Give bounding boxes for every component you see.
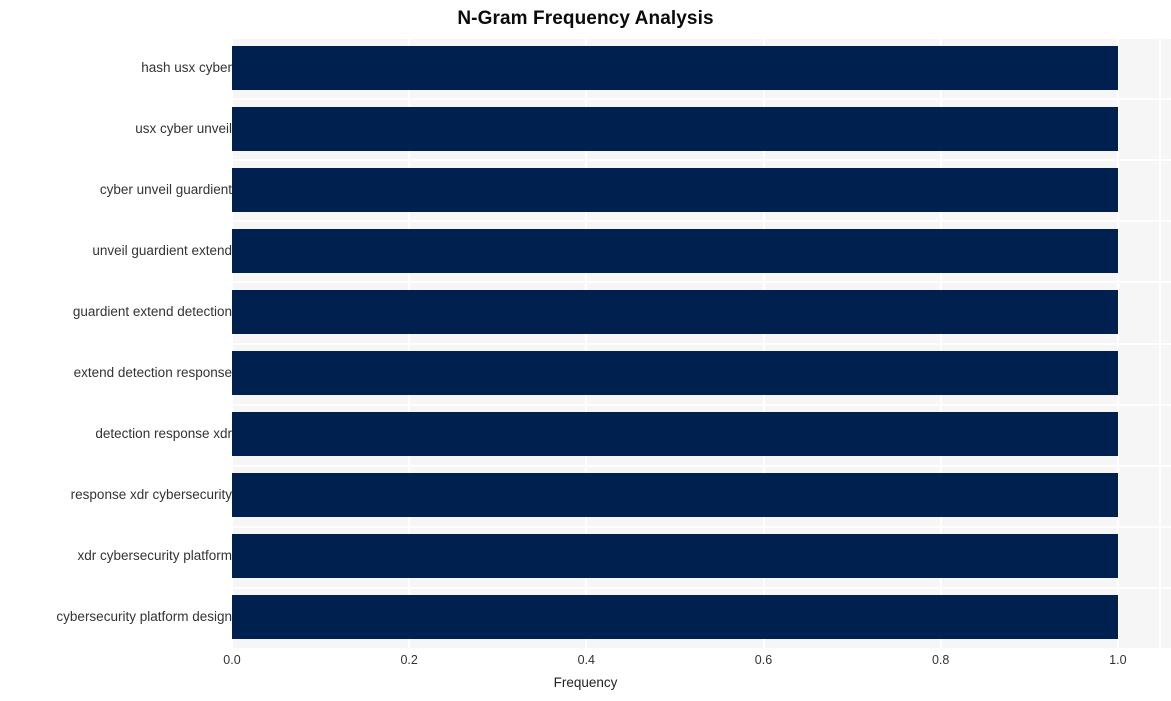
x-axis-tick-label: 0.8: [931, 653, 950, 667]
y-axis-tick-label: hash usx cyber: [141, 59, 232, 75]
bar: [232, 167, 1118, 212]
chart-figure: N-Gram Frequency Analysis hash usx cyber…: [0, 0, 1171, 701]
y-axis-tick-label: unveil guardient extend: [92, 242, 232, 258]
x-axis-tick-label: 0.2: [400, 653, 418, 667]
x-axis-tick-label: 0.0: [223, 653, 241, 667]
y-axis-tick-label: response xdr cybersecurity: [70, 487, 232, 503]
y-axis-tick-label: cybersecurity platform design: [56, 609, 232, 625]
y-axis-tick-label: detection response xdr: [95, 426, 232, 442]
x-axis-tick-labels: 0.0 0.2 0.4 0.6 0.8 1.0: [0, 652, 1171, 672]
y-axis-tick-labels: hash usx cyber usx cyber unveil cyber unve…: [0, 37, 232, 648]
y-axis-tick-label: xdr cybersecurity platform: [77, 548, 232, 564]
horizontal-gridline: [232, 281, 1171, 283]
y-axis-tick-label: cyber unveil guardient: [99, 181, 232, 197]
y-axis-tick-label: guardient extend detection: [72, 303, 232, 319]
x-axis-tick-label: 0.6: [754, 653, 773, 667]
y-axis-tick-label: extend detection response: [73, 365, 232, 381]
horizontal-gridline: [232, 404, 1171, 406]
bar: [232, 351, 1118, 396]
horizontal-gridline: [232, 465, 1171, 467]
horizontal-gridline: [232, 159, 1171, 161]
plot-area: [232, 37, 1171, 648]
horizontal-gridline: [232, 587, 1171, 589]
horizontal-gridline: [232, 343, 1171, 345]
bar: [232, 473, 1118, 518]
bar: [232, 412, 1118, 457]
horizontal-gridline: [232, 37, 1171, 39]
horizontal-gridline: [232, 98, 1171, 100]
bar: [232, 45, 1118, 90]
bar: [232, 289, 1118, 334]
bar: [232, 595, 1118, 640]
bar: [232, 228, 1118, 273]
y-axis-tick-label: usx cyber unveil: [135, 120, 232, 136]
bar: [232, 106, 1118, 151]
x-axis-tick-label: 1.0: [1109, 653, 1127, 667]
x-axis-title: Frequency: [553, 675, 618, 690]
horizontal-gridline: [232, 220, 1171, 222]
x-axis-tick-label: 0.4: [577, 653, 596, 667]
horizontal-gridline: [232, 526, 1171, 528]
bar: [232, 534, 1118, 579]
chart-title: N-Gram Frequency Analysis: [457, 8, 714, 29]
